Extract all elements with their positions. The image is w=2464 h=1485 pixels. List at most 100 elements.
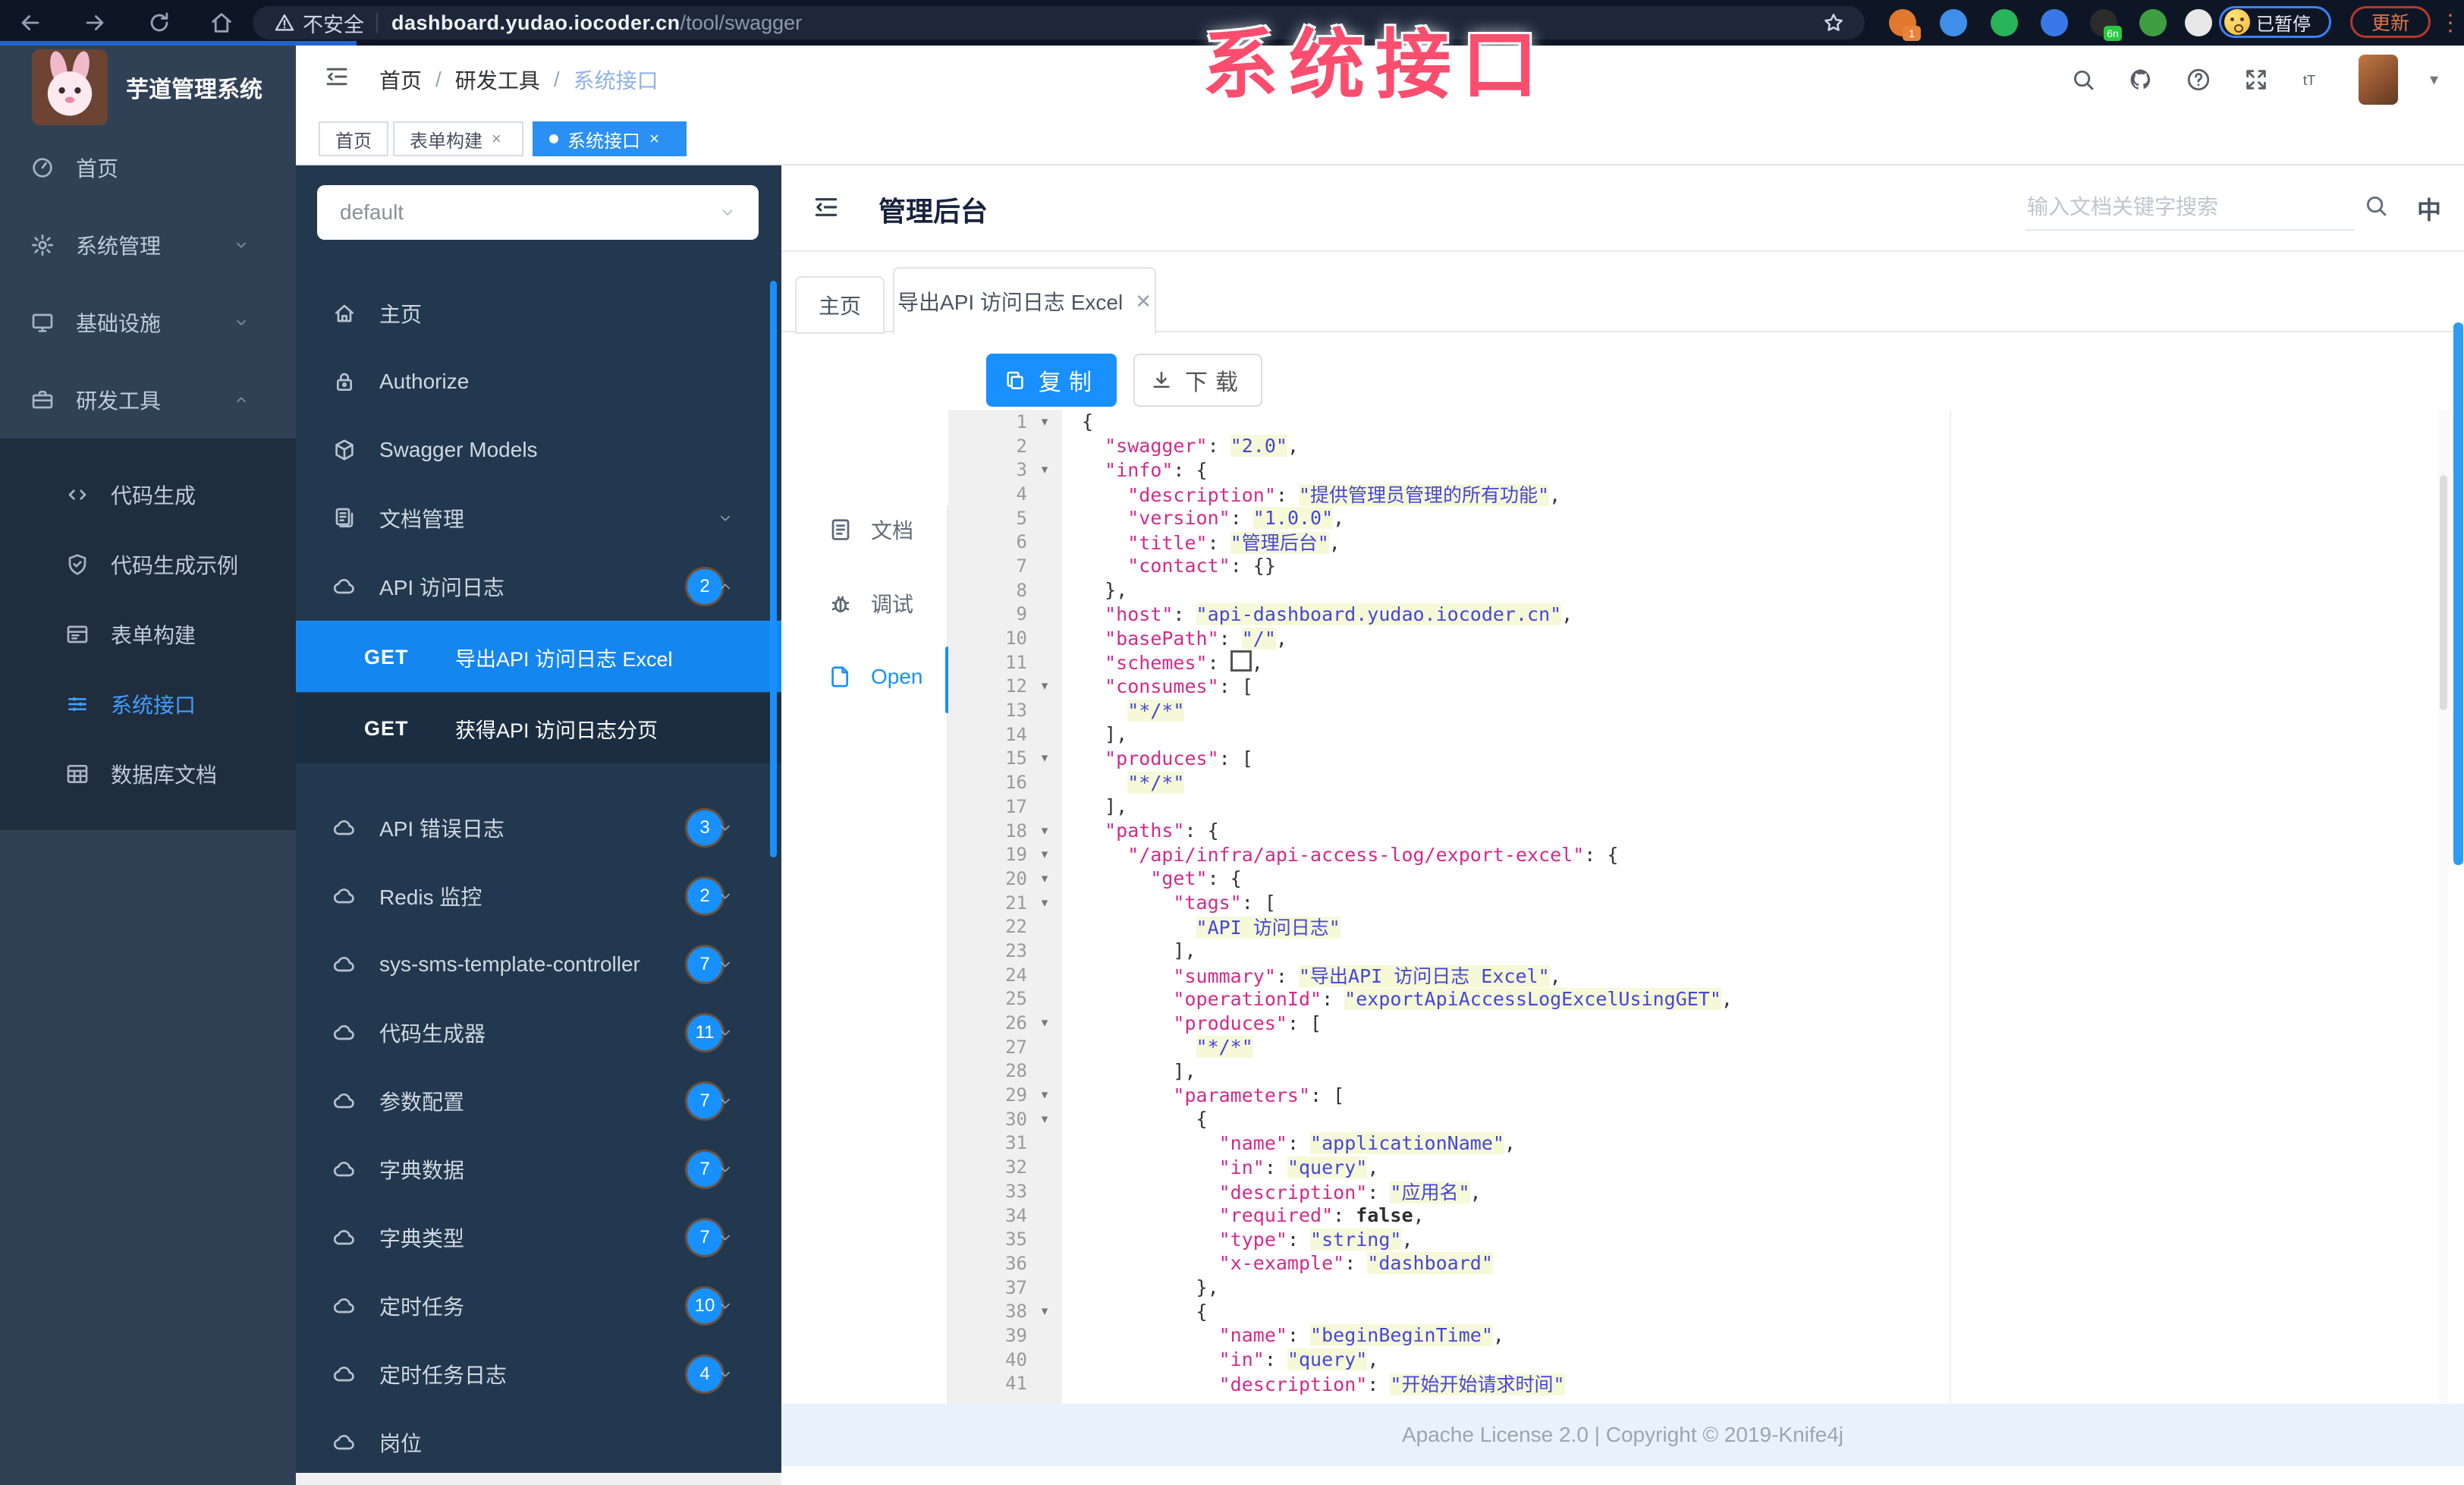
page-scrollbar-thumb[interactable]	[2453, 322, 2463, 865]
browser-home-icon[interactable]	[199, 0, 244, 46]
doc-tab-主页[interactable]: 主页	[795, 276, 885, 334]
address-bar[interactable]: 不安全 dashboard.yudao.iocoder.cn/tool/swag…	[253, 6, 1865, 39]
copy-button[interactable]: 复制	[986, 354, 1117, 407]
sidebar-hscrollbar[interactable]	[296, 1473, 781, 1485]
github-icon[interactable]	[2128, 67, 2154, 93]
sidebar-subitem-2[interactable]: 表单构建	[0, 599, 296, 669]
user-avatar[interactable]	[2358, 55, 2398, 105]
browser-reload-icon[interactable]	[137, 0, 182, 46]
swagger-editor[interactable]: 复制 下载 1 ▾{2 "swagger": "2.0", 3 ▾ "info": {…	[948, 348, 2449, 1404]
fold-widget-icon[interactable]: ▾	[1027, 1087, 1062, 1103]
doc-nav-调试[interactable]: 调试	[781, 579, 947, 628]
profile-paused-badge[interactable]: 已暂停	[2219, 6, 2331, 38]
code-line: 34 "required": false,	[948, 1203, 2437, 1228]
doc-tab-导出API 访问日志 Excel[interactable]: 导出API 访问日志 Excel ✕	[893, 267, 1156, 334]
swagger-menu-API 访问日志[interactable]: API 访问日志 2	[296, 552, 781, 621]
download-icon	[1150, 369, 1173, 392]
sidebar-item-2[interactable]: 基础设施	[0, 284, 296, 361]
tag-首页[interactable]: 首页	[319, 121, 388, 156]
api-group-select[interactable]: default	[317, 185, 759, 240]
browser-forward-icon[interactable]	[72, 0, 118, 46]
api-item-获得API 访问日志分页[interactable]: GET 获得API 访问日志分页	[296, 692, 781, 763]
doc-nav-Open[interactable]: Open	[781, 653, 947, 701]
swagger-menu-文档管理[interactable]: 文档管理	[296, 484, 781, 552]
font-size-icon[interactable]: tT	[2301, 67, 2327, 93]
fold-widget-icon[interactable]: ▾	[1027, 871, 1062, 886]
swagger-menu-参数配置[interactable]: 参数配置 7	[296, 1067, 781, 1135]
ext-dark-icon[interactable]: 6n	[2090, 9, 2122, 41]
ext-green-icon[interactable]	[1991, 9, 2018, 36]
fold-widget-icon[interactable]: ▾	[1027, 750, 1062, 766]
fullscreen-icon[interactable]	[2243, 67, 2269, 93]
tab-close-icon[interactable]: ✕	[1135, 290, 1152, 313]
editor-scrollbar-thumb[interactable]	[2440, 475, 2447, 710]
doc-search-input[interactable]	[2026, 185, 2355, 231]
swagger-menu-sys-sms-template-controller[interactable]: sys-sms-template-controller 7	[296, 930, 781, 999]
sidebar-collapse-icon[interactable]	[323, 63, 350, 90]
chevron-down-icon	[718, 1230, 733, 1245]
swagger-menu-Redis 监控[interactable]: Redis 监控 2	[296, 862, 781, 930]
doc-collapse-icon[interactable]	[812, 193, 841, 222]
breadcrumb-item[interactable]: 研发工具	[455, 64, 540, 95]
sidebar-subitem-1[interactable]: 代码生成示例	[0, 530, 296, 599]
line-number: 21	[1005, 892, 1027, 914]
swagger-submenu: GET 导出API 访问日志 Excel GET 获得API 访问日志分页	[296, 621, 781, 763]
language-toggle[interactable]: 中	[2417, 191, 2441, 226]
breadcrumb-item[interactable]: 首页	[379, 64, 422, 95]
swagger-menu-主页[interactable]: 主页	[296, 279, 781, 348]
sidebar-subitem-0[interactable]: 代码生成	[0, 460, 296, 530]
swagger-menu-代码生成器[interactable]: 代码生成器 11	[296, 999, 781, 1067]
download-button[interactable]: 下载	[1133, 354, 1262, 407]
fold-widget-icon[interactable]: ▾	[1027, 678, 1062, 694]
logo-row[interactable]: 芋道管理系统	[0, 46, 296, 129]
code-text: "info": {	[1105, 458, 1208, 481]
tag-close-icon[interactable]: ×	[649, 129, 659, 149]
swagger-menu-字典类型[interactable]: 字典类型 7	[296, 1203, 781, 1272]
browser-update-button[interactable]: 更新	[2350, 6, 2431, 38]
sidebar-scrollbar-thumb[interactable]	[770, 281, 777, 857]
fold-widget-icon[interactable]: ▾	[1027, 823, 1062, 838]
fold-widget-icon[interactable]: ▾	[1027, 895, 1062, 911]
header-search-icon[interactable]	[2070, 67, 2096, 93]
sidebar-subitem-3[interactable]: 系统接口	[0, 669, 296, 739]
fold-widget-icon[interactable]: ▾	[1027, 1015, 1062, 1030]
ext-white-icon[interactable]	[2185, 9, 2212, 36]
fold-widget-icon[interactable]: ▾	[1027, 414, 1062, 429]
swagger-menu-定时任务日志[interactable]: 定时任务日志 4	[296, 1340, 781, 1408]
ext-blue-icon[interactable]	[1940, 9, 1967, 36]
sidebar-subitem-4[interactable]: 数据库文档	[0, 739, 296, 809]
doc-nav-文档[interactable]: 文档	[781, 505, 947, 554]
search-icon[interactable]	[2363, 193, 2389, 219]
swagger-menu-Swagger Models[interactable]: Swagger Models	[296, 416, 781, 484]
swagger-menu-定时任务[interactable]: 定时任务 10	[296, 1272, 781, 1340]
swagger-menu-Authorize[interactable]: Authorize	[296, 348, 781, 416]
fold-widget-icon[interactable]: ▾	[1027, 462, 1062, 477]
code-line: 29 ▾ "parameters": [	[948, 1083, 2437, 1107]
sidebar-item-0[interactable]: 首页	[0, 129, 296, 206]
sidebar-item-3[interactable]: 研发工具	[0, 361, 296, 439]
line-number: 14	[1005, 723, 1027, 745]
sidebar-item-1[interactable]: 系统管理	[0, 206, 296, 284]
browser-menu-icon[interactable]: ⋮	[2437, 0, 2464, 46]
tag-表单构建[interactable]: 表单构建 ×	[393, 121, 523, 156]
fold-widget-icon[interactable]: ▾	[1027, 847, 1062, 862]
line-number: 4	[1016, 483, 1027, 505]
tag-系统接口[interactable]: 系统接口 ×	[533, 121, 687, 156]
api-item-导出API 访问日志 Excel[interactable]: GET 导出API 访问日志 Excel	[296, 621, 781, 692]
tag-close-icon[interactable]: ×	[492, 129, 501, 149]
ext-orange-icon[interactable]: 1	[1889, 9, 1921, 41]
user-menu-caret-icon[interactable]: ▾	[2430, 70, 2438, 90]
ext-leaf-icon[interactable]	[2139, 9, 2167, 36]
swagger-menu-字典数据[interactable]: 字典数据 7	[296, 1135, 781, 1203]
swagger-menu-API 错误日志[interactable]: API 错误日志 3	[296, 794, 781, 862]
breadcrumb-item[interactable]: 系统接口	[574, 64, 658, 95]
editor-scrollbar[interactable]	[2438, 410, 2449, 1404]
fold-widget-icon[interactable]: ▾	[1027, 1112, 1062, 1127]
fold-widget-icon[interactable]: ▾	[1027, 1304, 1062, 1319]
browser-back-icon[interactable]	[8, 0, 53, 46]
bookmark-star-icon[interactable]	[1817, 0, 1850, 46]
ext-grid-icon[interactable]	[2041, 9, 2068, 36]
help-icon[interactable]	[2186, 67, 2211, 93]
swagger-menu-岗位[interactable]: 岗位	[296, 1408, 781, 1477]
code-line: 32 "in": "query",	[948, 1155, 2437, 1179]
